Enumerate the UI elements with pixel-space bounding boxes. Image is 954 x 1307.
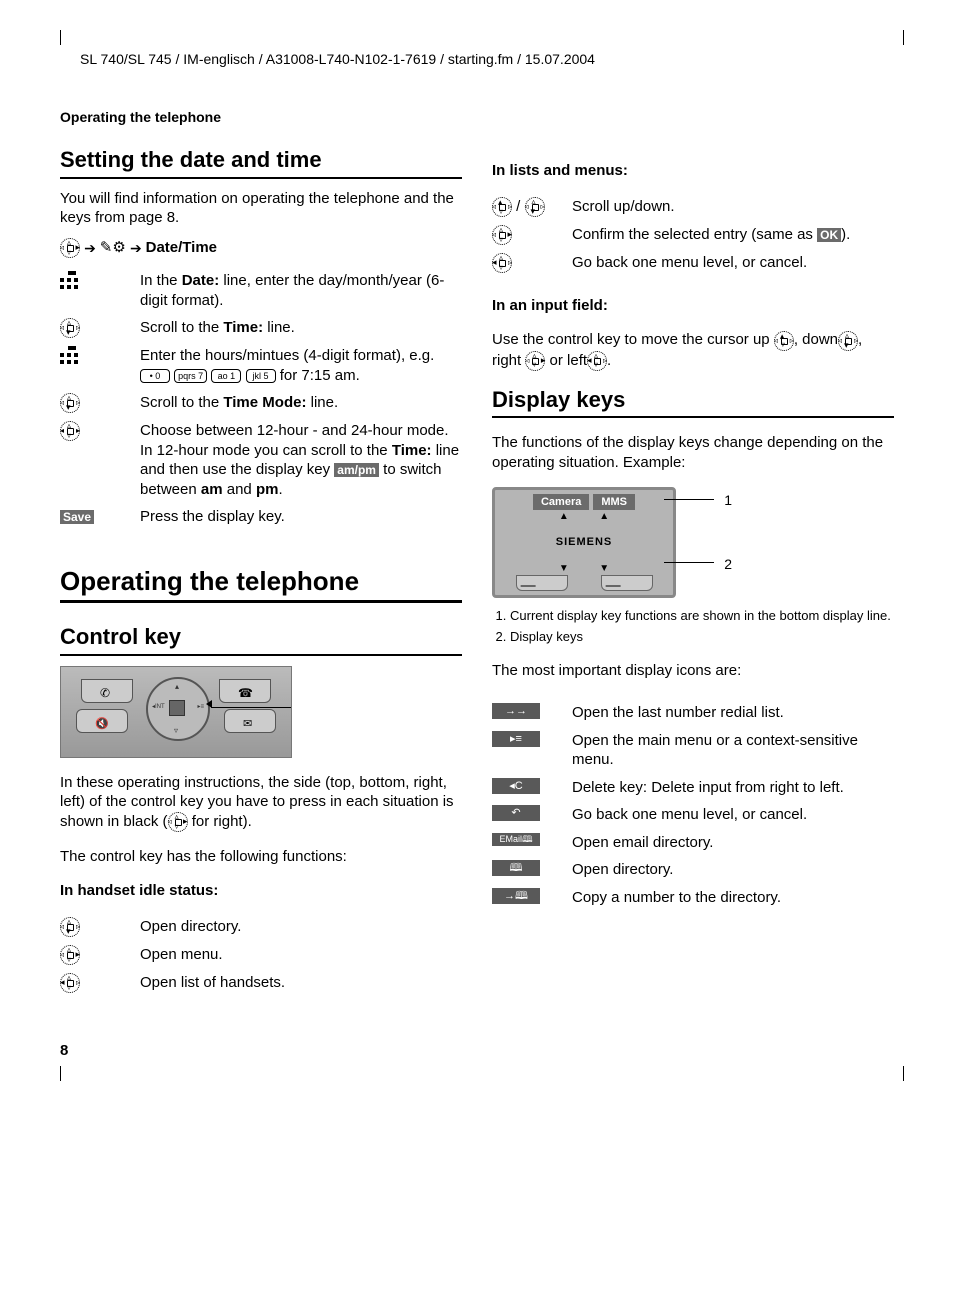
nav-breadcrumb: ▵◃▿ ➔ ✎⚙ ➔ Date/Time [60, 238, 462, 258]
save-key-label: Save [60, 510, 94, 524]
header-path: SL 740/SL 745 / IM-englisch / A31008-L74… [50, 50, 904, 68]
lists-confirm: Confirm the selected entry (same as OK). [572, 225, 894, 245]
delete-desc: Delete key: Delete input from right to l… [572, 778, 894, 798]
brand-label: SIEMENS [499, 535, 669, 549]
control-key-left-icon: ▵▹▿ [492, 253, 512, 273]
control-key-down-icon: ▵◃▹ [60, 917, 80, 937]
hardware-key-left: — [516, 575, 568, 591]
control-key-down-icon: ▵◃▹ [60, 393, 80, 413]
key-7: pqrs 7 [174, 369, 207, 383]
subheading-lists: In lists and menus: [492, 161, 894, 181]
copy-to-dir-icon: →🕮 [492, 888, 540, 904]
control-key-down-icon: ▵◃▹ [525, 197, 545, 217]
note-1: Current display key functions are shown … [510, 608, 894, 625]
control-key-right-icon: ▵◃▿ [168, 812, 188, 832]
menu-desc: Open the main menu or a context-sensitiv… [572, 731, 894, 770]
control-key-left-icon: ▵▹▿ [587, 351, 607, 371]
control-key-down-icon: ▵◃▹ [60, 318, 80, 338]
callout-1: 1 [724, 491, 732, 509]
step-scroll-time: Scroll to the Time: line. [140, 318, 462, 338]
subheading-idle: In handset idle status: [60, 881, 462, 901]
key-1: ao 1 [211, 369, 241, 383]
keypad-icon [60, 346, 80, 366]
subheading-input: In an input field: [492, 296, 894, 316]
step-enter-date: In the Date: line, enter the day/month/y… [140, 271, 462, 310]
back-icon: ↶ [492, 805, 540, 821]
control-key-right-icon: ▵◃▿ [492, 225, 512, 245]
copy-to-dir-desc: Copy a number to the directory. [572, 888, 894, 908]
display-keys-illustration: 1 2 Camera MMS ▲ ▲ SIEMENS ▼ ▼ — — [492, 487, 732, 598]
heading-control-key: Control key [60, 623, 462, 656]
control-key-right-icon: ▵◃▿ [60, 945, 80, 965]
directory-desc: Open directory. [572, 860, 894, 880]
hardware-key-right: — [601, 575, 653, 591]
control-key-down-icon: ▵◃▹ [838, 331, 858, 351]
directory-icon: 🕮 [492, 860, 540, 876]
heading-operating: Operating the telephone [60, 565, 462, 604]
control-key-desc-1: In these operating instructions, the sid… [60, 773, 462, 832]
input-desc: Use the control key to move the cursor u… [492, 330, 894, 370]
step-save: Press the display key. [140, 507, 462, 527]
idle-open-directory: Open directory. [140, 917, 462, 937]
control-key-illustration: ✆ ☎ 🔇 ✉ ▴ ◂INT ▸≡ ▿ [60, 666, 292, 758]
control-key-up-icon: ◃▹▿ [774, 331, 794, 351]
redial-icon: →→ [492, 703, 540, 719]
step-choose-mode: Choose between 12-hour - and 24-hour mod… [140, 421, 462, 499]
section-label: Operating the telephone [50, 108, 904, 126]
keypad-icon [60, 271, 80, 291]
callout-2: 2 [724, 555, 732, 573]
idle-open-menu: Open menu. [140, 945, 462, 965]
page-number: 8 [50, 1041, 904, 1061]
lists-back: Go back one menu level, or cancel. [572, 253, 894, 273]
tools-icon: ✎⚙ [100, 239, 126, 256]
control-key-desc-2: The control key has the following functi… [60, 847, 462, 867]
control-key-right-icon: ▵◃▿ [525, 351, 545, 371]
menu-icon: ▸≡ [492, 731, 540, 747]
step-scroll-mode: Scroll to the Time Mode: line. [140, 393, 462, 413]
lists-scroll: Scroll up/down. [572, 197, 894, 217]
key-5: jkl 5 [246, 369, 276, 383]
email-dir-icon: EMail🕮 [492, 833, 540, 847]
breadcrumb-label: Date/Time [146, 239, 217, 256]
display-key-camera: Camera [533, 494, 589, 510]
control-key-up-icon: ◃▹▿ [492, 197, 512, 217]
control-key-right-icon: ▵◃▿ [60, 238, 80, 258]
display-key-mms: MMS [593, 494, 635, 510]
heading-display-keys: Display keys [492, 386, 894, 419]
note-2: Display keys [510, 629, 894, 646]
arrow-icon: ➔ [130, 240, 146, 256]
arrow-icon: ➔ [84, 240, 100, 256]
key-0: • 0 [140, 369, 170, 383]
control-key-left-icon: ▵▹▿ [60, 973, 80, 993]
redial-desc: Open the last number redial list. [572, 703, 894, 723]
step-enter-time: Enter the hours/mintues (4-digit format)… [140, 346, 462, 385]
heading-date-time: Setting the date and time [60, 146, 462, 179]
delete-icon: ◂C [492, 778, 540, 794]
email-dir-desc: Open email directory. [572, 833, 894, 853]
back-desc: Go back one menu level, or cancel. [572, 805, 894, 825]
intro-text: You will find information on operating t… [60, 189, 462, 228]
idle-open-handsets: Open list of handsets. [140, 973, 462, 993]
control-key-leftright-icon: ▵◂▸▿ [60, 421, 80, 441]
display-keys-intro: The functions of the display keys change… [492, 433, 894, 472]
icons-intro: The most important display icons are: [492, 661, 894, 681]
